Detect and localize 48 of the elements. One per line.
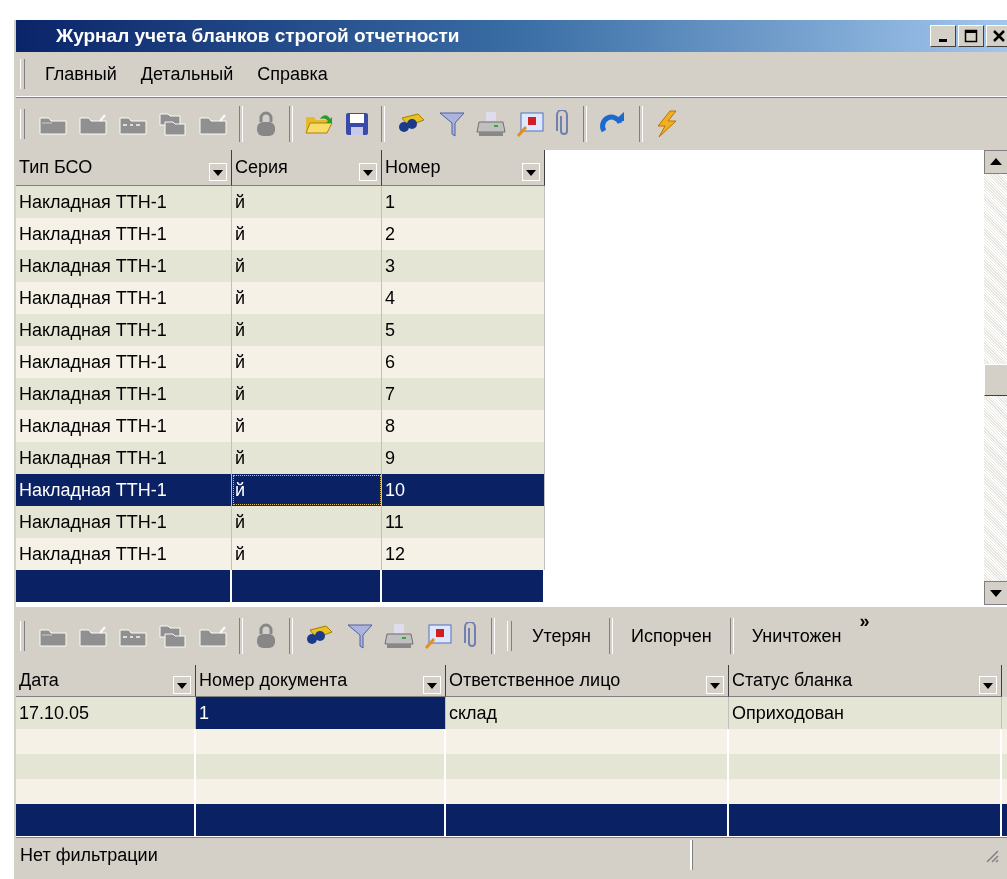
printer-icon bbox=[476, 110, 506, 138]
printer-icon bbox=[384, 622, 414, 650]
window-title: Журнал учета бланков строгой отчетности bbox=[55, 25, 461, 47]
table-row[interactable]: Накладная ТТН-1 й 8 bbox=[16, 410, 545, 442]
filter-icon bbox=[346, 622, 374, 650]
folder-icon bbox=[78, 112, 108, 136]
folder-icon bbox=[198, 624, 228, 648]
report-icon bbox=[516, 110, 546, 138]
close-button[interactable] bbox=[986, 25, 1007, 47]
menu-item[interactable]: Детальный bbox=[130, 63, 244, 85]
table-row[interactable]: Накладная ТТН-1 й 2 bbox=[16, 218, 545, 250]
lightning-icon bbox=[654, 110, 680, 138]
scroll-up-icon[interactable] bbox=[984, 150, 1007, 174]
maximize-button[interactable] bbox=[958, 25, 984, 47]
close-icon bbox=[992, 29, 1006, 43]
menu-item[interactable]: Главный bbox=[35, 63, 127, 85]
folders-icon bbox=[158, 623, 188, 649]
report-icon bbox=[424, 622, 454, 650]
table-row[interactable]: Накладная ТТН-1 й 9 bbox=[16, 442, 545, 474]
table-row[interactable]: Накладная ТТН-1 й 1 bbox=[16, 186, 545, 218]
vertical-scrollbar[interactable] bbox=[984, 150, 1007, 605]
folder-icon bbox=[78, 624, 108, 648]
folder-icon bbox=[198, 112, 228, 136]
folders-icon bbox=[158, 111, 188, 137]
toolbar-text-button[interactable]: Уничтожен bbox=[741, 625, 852, 647]
table-row[interactable]: Накладная ТТН-1 й 3 bbox=[16, 250, 545, 282]
table-row[interactable]: Накладная ТТН-1 й 7 bbox=[16, 378, 545, 410]
table-row[interactable]: Накладная ТТН-1 й 12 bbox=[16, 538, 545, 570]
filter-icon bbox=[438, 110, 466, 138]
maximize-icon bbox=[964, 29, 978, 43]
minimize-button[interactable] bbox=[930, 25, 956, 47]
table-row[interactable]: Накладная ТТН-1 й 4 bbox=[16, 282, 545, 314]
menu-item[interactable]: Справка bbox=[247, 63, 338, 85]
save-icon bbox=[344, 111, 370, 137]
minimize-icon bbox=[939, 38, 947, 42]
table-row[interactable]: Накладная ТТН-1 й 6 bbox=[16, 346, 545, 378]
table-row[interactable]: Накладная ТТН-1 й 5 bbox=[16, 314, 545, 346]
toolbar-text-button[interactable]: Испорчен bbox=[621, 625, 722, 647]
overflow-button[interactable]: » bbox=[855, 611, 874, 632]
table-row[interactable]: Накладная ТТН-1 й 10 bbox=[16, 474, 545, 506]
toolbar-text-button[interactable]: Утерян bbox=[522, 625, 601, 647]
table-cell: 1 bbox=[196, 697, 446, 729]
scroll-thumb[interactable] bbox=[984, 364, 1007, 396]
status-text: Нет фильтрации bbox=[16, 840, 692, 870]
table-row[interactable]: Накладная ТТН-1 й 11 bbox=[16, 506, 545, 538]
lock-icon bbox=[254, 110, 278, 138]
lock-icon bbox=[254, 622, 278, 650]
scroll-down-icon[interactable] bbox=[984, 581, 1007, 605]
